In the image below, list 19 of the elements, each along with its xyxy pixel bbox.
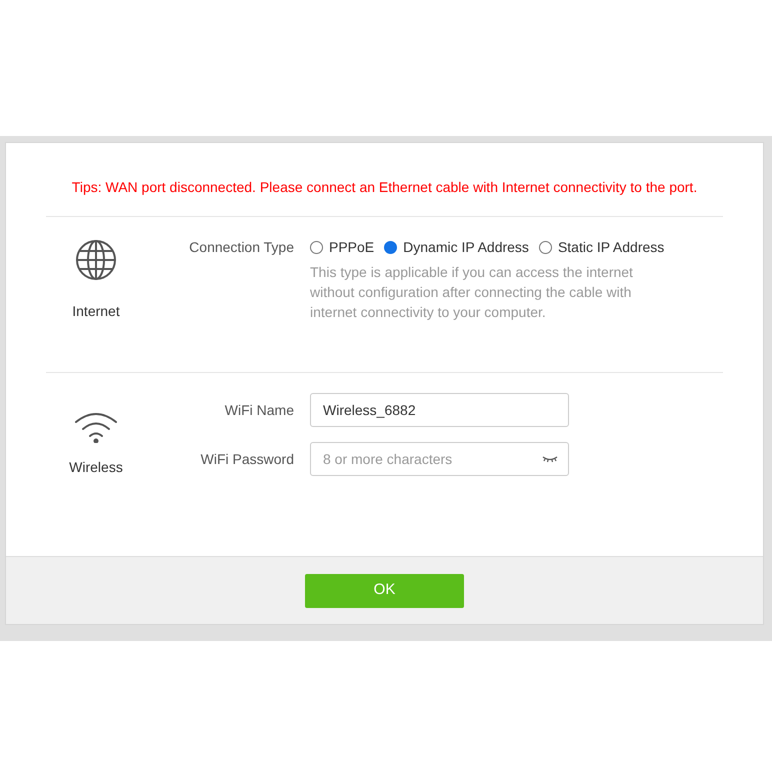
field-label: Connection Type (188, 238, 295, 257)
section-title: Wireless (69, 458, 123, 477)
option-label[interactable]: PPPoE (329, 237, 374, 258)
wifi-icon (74, 411, 118, 443)
hidden-eye-icon[interactable] (542, 455, 558, 463)
radio-button[interactable] (384, 241, 398, 254)
section-title: Internet (72, 302, 120, 321)
input-field[interactable]: Wireless_6882 (310, 393, 569, 427)
field-label: WiFi Password (200, 450, 295, 468)
radio-option[interactable]: PPPoE (310, 237, 374, 258)
option-label[interactable]: Static IP Address (558, 237, 664, 258)
radio-option[interactable]: Static IP Address (538, 237, 664, 258)
password-field[interactable]: 8 or more characters (310, 442, 569, 476)
field-label: WiFi Name (224, 400, 295, 420)
globe-icon (75, 239, 117, 281)
warning-message: Tips: WAN port disconnected. Please connect an Ethernet cable with Internet connectivity to the port. (70, 178, 698, 197)
radio-button[interactable] (310, 241, 323, 254)
description-text: This type is applicable if you can access the internet without configuration after connecting the cable with internet connectivity to your computer. (310, 263, 634, 322)
radio-button[interactable] (538, 241, 552, 254)
